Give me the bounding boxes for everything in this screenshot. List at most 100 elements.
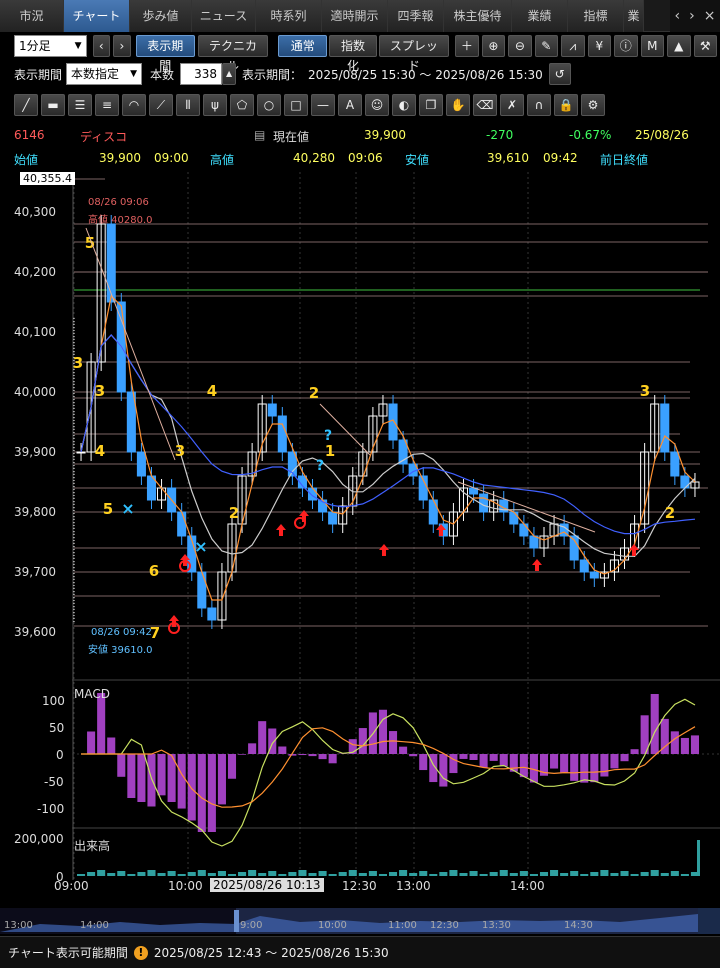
timeframe-select[interactable]: 1分足 ▼ bbox=[14, 35, 87, 57]
volume-bar bbox=[117, 871, 126, 876]
count-input[interactable]: 338 bbox=[180, 63, 223, 85]
macd-bar bbox=[550, 754, 559, 769]
stamp-icon[interactable]: ☺ bbox=[365, 94, 389, 116]
close-icon[interactable]: × bbox=[704, 8, 716, 24]
period-mode-select[interactable]: 本数指定 ▼ bbox=[66, 63, 143, 85]
technical-button[interactable]: テクニカル bbox=[197, 35, 269, 73]
hline-icon[interactable]: — bbox=[311, 94, 335, 116]
price-tick: 40,200 bbox=[14, 265, 56, 279]
gear-icon[interactable]: ⚙ bbox=[581, 94, 605, 116]
lock-icon[interactable]: 🔒 bbox=[554, 94, 578, 116]
low-price: 39,610 bbox=[487, 151, 529, 165]
my-chart-icon[interactable]: M bbox=[640, 35, 665, 57]
color-icon[interactable]: ◐ bbox=[392, 94, 416, 116]
tab-earnings[interactable]: 業績 bbox=[512, 0, 568, 32]
tab-news[interactable]: ニュース bbox=[192, 0, 256, 32]
macd-bar bbox=[680, 737, 689, 754]
tab-benefits[interactable]: 株主優待 bbox=[444, 0, 512, 32]
hand-icon[interactable]: ✋ bbox=[446, 94, 470, 116]
index-button[interactable]: 指数化 bbox=[329, 35, 377, 73]
tab-market[interactable]: 市況 bbox=[0, 0, 64, 32]
ma-line bbox=[80, 294, 696, 601]
macd-bar bbox=[308, 754, 317, 757]
nav-tick: 13:30 bbox=[482, 920, 511, 931]
refresh-icon[interactable]: ↺ bbox=[548, 63, 571, 85]
polygon-icon[interactable]: ⬠ bbox=[230, 94, 254, 116]
volume-bar bbox=[157, 873, 166, 876]
channel-icon[interactable]: ≡ bbox=[95, 94, 119, 116]
line-tool-icon[interactable]: ╱ bbox=[14, 94, 38, 116]
zoom-in-icon[interactable]: ⊕ bbox=[481, 35, 506, 57]
zoom-out-icon[interactable]: ⊖ bbox=[508, 35, 532, 57]
eraser-icon[interactable]: ⌫ bbox=[473, 94, 497, 116]
pitchfork-icon[interactable]: ψ bbox=[203, 94, 227, 116]
price-chart[interactable]: 35345367422132××?? bbox=[0, 168, 720, 908]
open-label: 始値 bbox=[14, 153, 39, 167]
pen-icon[interactable]: ✎ bbox=[534, 35, 559, 57]
macd-bar bbox=[127, 754, 136, 798]
spread-button[interactable]: スプレッド bbox=[378, 35, 450, 73]
tab-earnings-2[interactable]: 業績 bbox=[624, 0, 644, 32]
tab-shikiho[interactable]: 四季報 bbox=[388, 0, 444, 32]
circle-icon[interactable]: ○ bbox=[257, 94, 281, 116]
top-price-marker: 40,355.4 bbox=[20, 172, 75, 185]
tab-indicators[interactable]: 指標 bbox=[568, 0, 624, 32]
navigator[interactable]: 13:00 14:00 9:00 10:00 11:00 12:30 13:30… bbox=[0, 908, 720, 934]
candle bbox=[328, 511, 338, 525]
wave-label: 6 bbox=[149, 562, 159, 580]
text-tool-icon[interactable]: A bbox=[338, 94, 362, 116]
candle bbox=[388, 403, 398, 441]
macd-tick: 100 bbox=[42, 694, 65, 708]
volume-bar bbox=[600, 870, 609, 876]
area-chart-icon[interactable]: ▲ bbox=[667, 35, 691, 57]
ruler-tool-icon[interactable]: ▬ bbox=[41, 94, 65, 116]
next-button[interactable]: › bbox=[113, 35, 131, 57]
macd-bar bbox=[258, 721, 267, 754]
volume-bar bbox=[278, 874, 287, 876]
tab-ticks[interactable]: 歩み値 bbox=[130, 0, 192, 32]
tab-scroll: ‹ › × bbox=[670, 0, 720, 32]
candle bbox=[589, 571, 599, 579]
crosshair-icon[interactable]: ＋ bbox=[455, 35, 479, 57]
volume-bar bbox=[560, 873, 569, 876]
rectangle-icon[interactable]: □ bbox=[284, 94, 308, 116]
settings-wrench-icon[interactable]: ⚒ bbox=[693, 35, 717, 57]
normal-button[interactable]: 通常 bbox=[278, 35, 328, 57]
yen-icon[interactable]: ¥ bbox=[587, 35, 612, 57]
time-tick: 10:00 bbox=[168, 879, 203, 893]
volume-bar bbox=[499, 870, 508, 876]
volume-bar bbox=[137, 872, 146, 876]
volume-bar bbox=[207, 873, 216, 876]
arc-tool-icon[interactable]: ◠ bbox=[122, 94, 146, 116]
volume-bar bbox=[580, 874, 589, 876]
macd-bar bbox=[690, 735, 699, 754]
candle bbox=[267, 403, 277, 417]
nav-tick: 13:00 bbox=[4, 920, 33, 931]
candle bbox=[76, 451, 86, 454]
volume-bar bbox=[389, 872, 398, 876]
chevron-right-icon[interactable]: › bbox=[689, 8, 695, 24]
count-stepper[interactable]: ▲ bbox=[222, 63, 237, 85]
period-button[interactable]: 表示期間 bbox=[135, 35, 195, 73]
prev-button[interactable]: ‹ bbox=[92, 35, 111, 57]
eraser-all-icon[interactable]: ✗ bbox=[500, 94, 524, 116]
horizontal-lines-icon[interactable]: ☰ bbox=[68, 94, 92, 116]
tab-chart[interactable]: チャート bbox=[64, 0, 130, 32]
copy-icon[interactable]: ❐ bbox=[419, 94, 443, 116]
macd-panel bbox=[81, 693, 699, 847]
chevron-left-icon[interactable]: ‹ bbox=[675, 8, 681, 24]
magnet-icon[interactable]: ∩ bbox=[527, 94, 551, 116]
chart-type-icon[interactable]: ⩘ bbox=[561, 35, 585, 57]
macd-tick: -50 bbox=[44, 775, 64, 789]
tab-timeseries[interactable]: 時系列 bbox=[256, 0, 322, 32]
macd-bar bbox=[479, 754, 488, 768]
candle bbox=[106, 223, 116, 303]
period-label: 表示期間 bbox=[14, 67, 63, 82]
fan-tool-icon[interactable]: ⟋ bbox=[149, 94, 173, 116]
vertical-lines-icon[interactable]: ⦀ bbox=[176, 94, 200, 116]
chevron-down-icon: ▼ bbox=[74, 41, 82, 51]
candle bbox=[307, 487, 318, 501]
wave-label: 2 bbox=[229, 504, 239, 522]
info-icon[interactable]: ⓘ bbox=[614, 35, 638, 57]
tab-disclosure[interactable]: 適時開示 bbox=[322, 0, 388, 32]
